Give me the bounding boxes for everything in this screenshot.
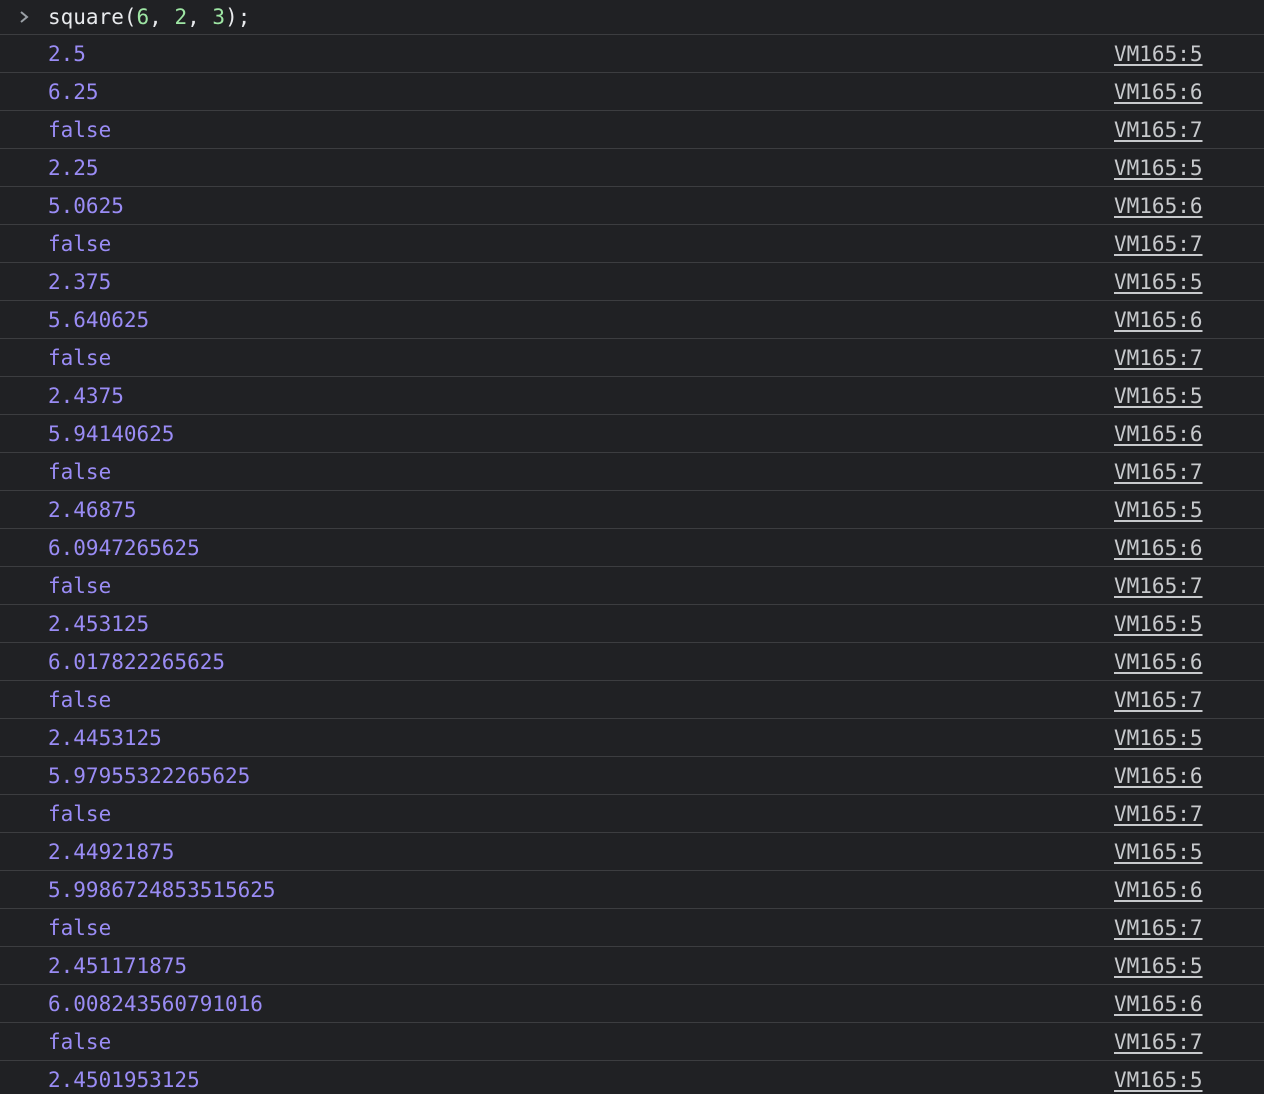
- console-log-row: 2.5 VM165:5: [0, 35, 1264, 73]
- log-source-link[interactable]: VM165:7: [1114, 802, 1203, 826]
- log-value: 6.0947265625: [48, 535, 200, 560]
- console-log-row: false VM165:7: [0, 1023, 1264, 1061]
- console-log-row: 5.0625 VM165:6: [0, 187, 1264, 225]
- log-value: 5.0625: [48, 193, 124, 218]
- console-log-row: 5.640625 VM165:6: [0, 301, 1264, 339]
- console-log-row: false VM165:7: [0, 681, 1264, 719]
- console-log-row: 2.375 VM165:5: [0, 263, 1264, 301]
- console-log-row: 6.008243560791016 VM165:6: [0, 985, 1264, 1023]
- console-log-row: 5.94140625 VM165:6: [0, 415, 1264, 453]
- log-value: false: [48, 801, 112, 826]
- log-value: 2.451171875: [48, 953, 188, 978]
- console-log-row: 5.97955322265625 VM165:6: [0, 757, 1264, 795]
- log-source-link[interactable]: VM165:6: [1114, 650, 1203, 674]
- console-log-row: 2.4375 VM165:5: [0, 377, 1264, 415]
- log-value: 2.4501953125: [48, 1067, 200, 1092]
- log-source-link[interactable]: VM165:7: [1114, 460, 1203, 484]
- log-value: 5.94140625: [48, 421, 175, 446]
- log-value: 5.9986724853515625: [48, 877, 276, 902]
- command-prefix: square(: [48, 5, 137, 29]
- log-value: false: [48, 687, 112, 712]
- log-source-link[interactable]: VM165:7: [1114, 1030, 1203, 1054]
- log-value: 2.44921875: [48, 839, 175, 864]
- log-source-link[interactable]: VM165:7: [1114, 574, 1203, 598]
- log-source-link[interactable]: VM165:6: [1114, 992, 1203, 1016]
- log-source-link[interactable]: VM165:5: [1114, 384, 1203, 408]
- console-log-row: 2.25 VM165:5: [0, 149, 1264, 187]
- log-source-link[interactable]: VM165:5: [1114, 270, 1203, 294]
- console-log-row: false VM165:7: [0, 795, 1264, 833]
- log-value: 2.4453125: [48, 725, 162, 750]
- command-suffix: );: [225, 5, 251, 29]
- log-source-link[interactable]: VM165:6: [1114, 422, 1203, 446]
- console-panel: square(6, 2, 3); 2.5 VM165:5 6.25 VM165:6 fa…: [0, 0, 1264, 1094]
- console-log-row: 2.4453125 VM165:5: [0, 719, 1264, 757]
- log-source-link[interactable]: VM165:5: [1114, 612, 1203, 636]
- log-value: 2.5: [48, 41, 86, 66]
- log-source-link[interactable]: VM165:5: [1114, 726, 1203, 750]
- log-value: false: [48, 1029, 112, 1054]
- command-arg-2: 2: [174, 5, 188, 29]
- command-separator-1: ,: [149, 5, 175, 29]
- console-log-row: false VM165:7: [0, 453, 1264, 491]
- log-value: 6.008243560791016: [48, 991, 263, 1016]
- log-value: false: [48, 459, 112, 484]
- command-arg-3: 3: [212, 5, 226, 29]
- console-log-row: false VM165:7: [0, 339, 1264, 377]
- log-value: 6.25: [48, 79, 99, 104]
- log-value: false: [48, 345, 112, 370]
- console-log-row: 5.9986724853515625 VM165:6: [0, 871, 1264, 909]
- log-value: false: [48, 915, 112, 940]
- log-value: false: [48, 117, 112, 142]
- log-value: 2.25: [48, 155, 99, 180]
- log-source-link[interactable]: VM165:7: [1114, 232, 1203, 256]
- log-source-link[interactable]: VM165:5: [1114, 498, 1203, 522]
- log-value: 2.375: [48, 269, 112, 294]
- log-source-link[interactable]: VM165:6: [1114, 194, 1203, 218]
- log-source-link[interactable]: VM165:6: [1114, 764, 1203, 788]
- console-log-row: false VM165:7: [0, 909, 1264, 947]
- console-log-row: 6.017822265625 VM165:6: [0, 643, 1264, 681]
- console-log-row: 2.4501953125 VM165:5: [0, 1061, 1264, 1094]
- log-source-link[interactable]: VM165:5: [1114, 156, 1203, 180]
- log-value: 6.017822265625: [48, 649, 226, 674]
- console-log-row: false VM165:7: [0, 225, 1264, 263]
- log-value: 5.640625: [48, 307, 150, 332]
- command-separator-2: ,: [187, 5, 213, 29]
- console-log-row: 6.0947265625 VM165:6: [0, 529, 1264, 567]
- log-source-link[interactable]: VM165:7: [1114, 688, 1203, 712]
- log-value: 2.4375: [48, 383, 124, 408]
- log-source-link[interactable]: VM165:5: [1114, 42, 1203, 66]
- console-log-row: false VM165:7: [0, 111, 1264, 149]
- console-log-row: 2.44921875 VM165:5: [0, 833, 1264, 871]
- log-source-link[interactable]: VM165:7: [1114, 346, 1203, 370]
- log-value: false: [48, 231, 112, 256]
- log-source-link[interactable]: VM165:7: [1114, 916, 1203, 940]
- console-log-row: 6.25 VM165:6: [0, 73, 1264, 111]
- log-source-link[interactable]: VM165:5: [1114, 1068, 1203, 1092]
- console-log-row: 2.46875 VM165:5: [0, 491, 1264, 529]
- console-log-list: 2.5 VM165:5 6.25 VM165:6 false VM165:7 2.25 VM1…: [0, 35, 1264, 1094]
- log-value: 2.453125: [48, 611, 150, 636]
- log-source-link[interactable]: VM165:6: [1114, 308, 1203, 332]
- log-source-link[interactable]: VM165:5: [1114, 840, 1203, 864]
- console-log-row: 2.453125 VM165:5: [0, 605, 1264, 643]
- log-source-link[interactable]: VM165:6: [1114, 536, 1203, 560]
- console-log-row: 2.451171875 VM165:5: [0, 947, 1264, 985]
- log-source-link[interactable]: VM165:7: [1114, 118, 1203, 142]
- log-source-link[interactable]: VM165:6: [1114, 878, 1203, 902]
- console-command[interactable]: square(6, 2, 3);: [48, 5, 250, 29]
- log-source-link[interactable]: VM165:5: [1114, 954, 1203, 978]
- log-value: false: [48, 573, 112, 598]
- log-source-link[interactable]: VM165:6: [1114, 80, 1203, 104]
- console-log-row: false VM165:7: [0, 567, 1264, 605]
- chevron-right-icon: [0, 10, 48, 24]
- console-input-row[interactable]: square(6, 2, 3);: [0, 0, 1264, 35]
- log-value: 2.46875: [48, 497, 137, 522]
- log-value: 5.97955322265625: [48, 763, 251, 788]
- command-arg-1: 6: [136, 5, 150, 29]
